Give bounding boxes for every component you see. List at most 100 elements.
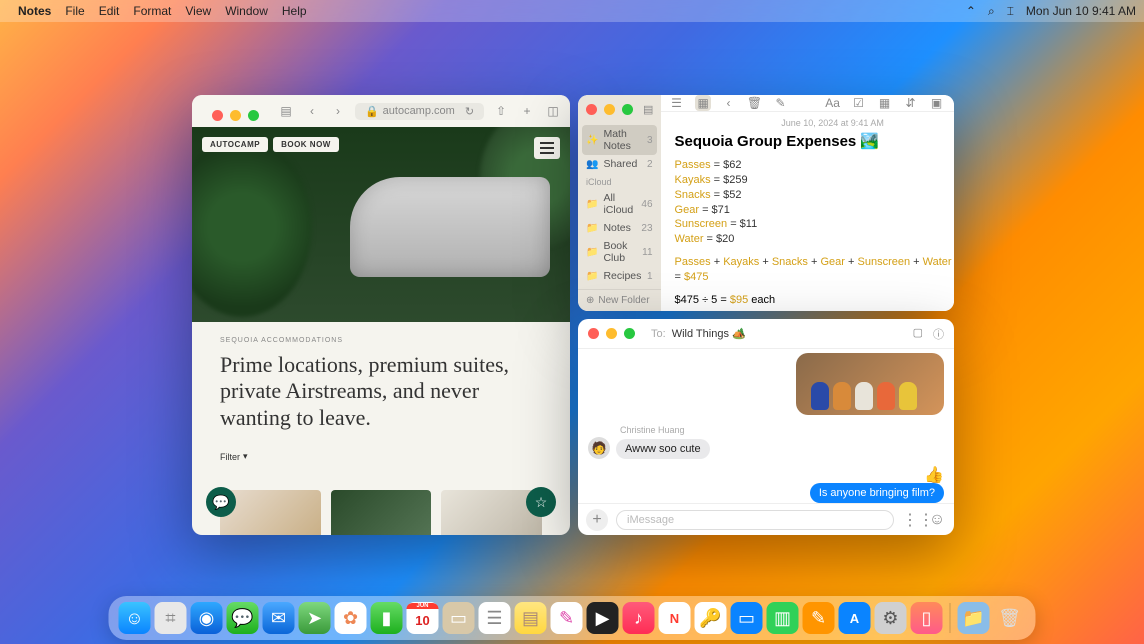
dock-app-contacts[interactable]: ▭ xyxy=(443,602,475,634)
note-body[interactable]: Passes = $62Kayaks = $259Snacks = $52Gea… xyxy=(675,158,954,247)
dock-app-photos[interactable]: ✿ xyxy=(335,602,367,634)
facetime-icon[interactable]: ▢ xyxy=(913,326,923,342)
conversation-name[interactable]: Wild Things 🏕️ xyxy=(672,327,746,340)
tapback-emoji: 👍 xyxy=(924,465,944,485)
sidebar-folder[interactable]: 📁All iCloud46 xyxy=(578,189,661,219)
hamburger-menu-icon[interactable] xyxy=(534,137,560,159)
shared-photo[interactable] xyxy=(796,353,944,415)
note-title[interactable]: Sequoia Group Expenses 🏞️ xyxy=(675,132,954,150)
share-icon[interactable]: ⇧ xyxy=(492,104,510,118)
audio-message-icon[interactable]: ⋮⋮ xyxy=(902,510,920,530)
back-icon[interactable]: ‹ xyxy=(721,96,737,110)
table-icon[interactable]: ▦ xyxy=(877,96,893,110)
sidebar-toggle-icon[interactable]: ▤ xyxy=(643,103,653,116)
sidebar-folder[interactable]: 📁Book Club11 xyxy=(578,237,661,267)
dock-app-calendar[interactable]: JUN10 xyxy=(407,602,439,634)
menubar-clock[interactable]: Mon Jun 10 9:41 AM xyxy=(1026,4,1136,18)
sidebar-folder[interactable]: 👥Shared2 xyxy=(578,155,661,173)
dock-app-notes[interactable]: ▤ xyxy=(515,602,547,634)
link-icon[interactable]: ⇵ xyxy=(903,96,919,110)
messages-window: To: Wild Things 🏕️ ▢ ⓘ Christine Huang 🧑… xyxy=(578,319,954,535)
dock-app-finder[interactable]: ☺ xyxy=(119,602,151,634)
media-icon[interactable]: ▣ xyxy=(929,96,945,110)
new-folder-button[interactable]: ⊕New Folder xyxy=(578,289,661,311)
sidebar-folder[interactable]: 📁Recipes1 xyxy=(578,267,661,285)
format-icon[interactable]: Aa xyxy=(825,96,841,110)
accessibility-fab-icon[interactable]: ☆ xyxy=(526,487,556,517)
sidebar-section: iCloud xyxy=(578,173,661,189)
sidebar-folder[interactable]: ✨Math Notes3 xyxy=(582,125,657,155)
search-icon[interactable]: ⌕ xyxy=(988,4,995,19)
menubar-window[interactable]: Window xyxy=(225,4,268,18)
thumbnail-2[interactable] xyxy=(331,490,432,535)
dock-app-maps[interactable]: ➤ xyxy=(299,602,331,634)
safari-toolbar: ▤ ‹ › 🔒 autocamp.com ↻ ⇧ + ◫ xyxy=(192,95,570,127)
avatar[interactable]: 🧑 xyxy=(588,437,610,459)
compose-icon[interactable]: ✎ xyxy=(773,96,789,110)
dock-app-keynote[interactable]: ▭ xyxy=(731,602,763,634)
menubar-app-name[interactable]: Notes xyxy=(18,4,51,18)
forward-icon[interactable]: › xyxy=(329,104,347,118)
checklist-icon[interactable]: ☑ xyxy=(851,96,867,110)
wifi-icon[interactable]: ⌃ xyxy=(966,4,976,18)
menubar-view[interactable]: View xyxy=(185,4,211,18)
grid-view-icon[interactable]: ▦ xyxy=(695,95,711,111)
control-center-icon[interactable]: ⌶ xyxy=(1007,4,1014,19)
note-sum-line[interactable]: Passes + Kayaks + Snacks + Gear + Sunscr… xyxy=(675,255,954,270)
dock-app-reminders[interactable]: ☰ xyxy=(479,602,511,634)
window-controls[interactable] xyxy=(200,101,269,121)
dock-app-settings[interactable]: ⚙ xyxy=(875,602,907,634)
dock-app-mail[interactable]: ✉ xyxy=(263,602,295,634)
conversation-area: Christine Huang 🧑 Awww soo cute 👍 Is any… xyxy=(578,349,954,503)
site-logo[interactable]: AUTOCAMP xyxy=(202,137,268,152)
hero-image: AUTOCAMP BOOK NOW xyxy=(192,127,570,322)
book-now-button[interactable]: BOOK NOW xyxy=(273,137,339,152)
menubar-file[interactable]: File xyxy=(65,4,84,18)
dock-app-downloads[interactable]: 📁 xyxy=(958,602,990,634)
menubar-edit[interactable]: Edit xyxy=(99,4,120,18)
dock-app-safari[interactable]: ◉ xyxy=(191,602,223,634)
menubar-format[interactable]: Format xyxy=(133,4,171,18)
dock-app-launchpad[interactable]: ⌗ xyxy=(155,602,187,634)
tabs-icon[interactable]: ◫ xyxy=(544,104,562,118)
notes-window: ▤ ✨Math Notes3👥Shared2iCloud📁All iCloud4… xyxy=(578,95,954,311)
dock-app-pages[interactable]: ✎ xyxy=(803,602,835,634)
trash-icon[interactable]: 🗑 xyxy=(747,96,763,110)
dock-app-numbers[interactable]: ▥ xyxy=(767,602,799,634)
safari-window: ▤ ‹ › 🔒 autocamp.com ↻ ⇧ + ◫ AUTOCAMP BO… xyxy=(192,95,570,535)
back-icon[interactable]: ‹ xyxy=(303,104,321,118)
messages-header: To: Wild Things 🏕️ ▢ ⓘ xyxy=(578,319,954,349)
dock-app-music[interactable]: ♪ xyxy=(623,602,655,634)
window-controls[interactable] xyxy=(586,104,633,115)
chat-fab-icon[interactable]: 💬 xyxy=(206,487,236,517)
section-eyebrow: SEQUOIA ACCOMMODATIONS xyxy=(220,337,542,344)
dock-app-iphone[interactable]: ▯ xyxy=(911,602,943,634)
dock-app-freeform[interactable]: ✎ xyxy=(551,602,583,634)
dock-app-passwords[interactable]: 🔑 xyxy=(695,602,727,634)
dock-app-trash[interactable]: 🗑 xyxy=(994,602,1026,634)
dock-app-appstore[interactable]: A xyxy=(839,602,871,634)
new-tab-icon[interactable]: + xyxy=(518,104,536,118)
message-bubble-sent[interactable]: Is anyone bringing film? xyxy=(810,483,944,503)
window-controls[interactable] xyxy=(588,328,635,339)
filter-toggle[interactable]: Filter▾ xyxy=(220,451,248,462)
dock-app-tv[interactable]: ▶ xyxy=(587,602,619,634)
emoji-picker-icon[interactable]: ☺ xyxy=(928,511,946,529)
menubar-help[interactable]: Help xyxy=(282,4,307,18)
dock-app-messages[interactable]: 💬 xyxy=(227,602,259,634)
accommodation-thumbnails xyxy=(192,490,570,535)
reload-icon[interactable]: ↻ xyxy=(465,105,474,118)
dock-app-news[interactable]: N xyxy=(659,602,691,634)
dock-separator xyxy=(950,603,951,633)
message-input[interactable]: iMessage xyxy=(616,510,894,530)
sidebar-folder[interactable]: 📁Notes23 xyxy=(578,219,661,237)
message-bubble[interactable]: Awww soo cute xyxy=(616,439,710,459)
dock-app-facetime[interactable]: ▮ xyxy=(371,602,403,634)
sidebar-toggle-icon[interactable]: ▤ xyxy=(277,104,295,118)
apps-button[interactable]: + xyxy=(586,509,608,531)
address-bar[interactable]: 🔒 autocamp.com ↻ xyxy=(355,103,484,120)
folder-icon: 📁 xyxy=(586,271,598,282)
list-view-icon[interactable]: ☰ xyxy=(669,96,685,110)
section-headline: Prime locations, premium suites, private… xyxy=(220,352,542,431)
info-icon[interactable]: ⓘ xyxy=(933,326,944,342)
